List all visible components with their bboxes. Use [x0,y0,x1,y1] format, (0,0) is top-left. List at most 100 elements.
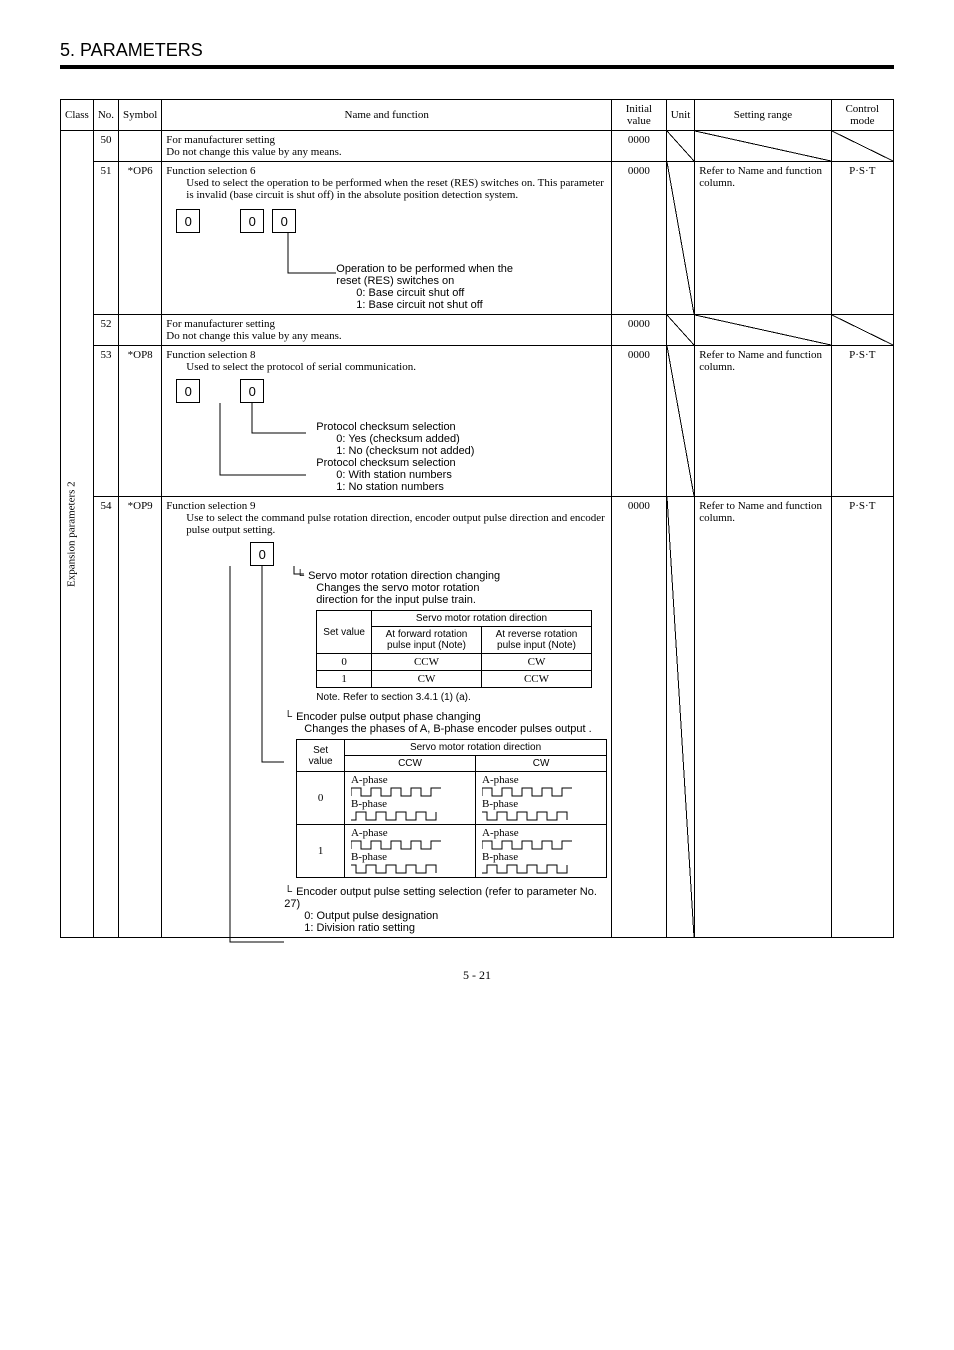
cell-setting: Refer to Name and function column. [695,497,831,938]
cell-unit-diag [666,315,695,346]
th-cw: CW [476,756,607,772]
digit-blank [208,209,232,233]
td-wave: A-phase B-phase [476,772,607,825]
text-line: Servo motor rotation direction changing [308,570,500,582]
th-group: Servo motor rotation direction [371,611,591,627]
cell-initial: 0000 [612,162,667,315]
waveform-icon [482,839,572,851]
td-rev: CCW [481,671,591,688]
waveform-icon [482,863,572,875]
th-group: Servo motor rotation direction [344,740,606,756]
digit: 0 [272,209,296,233]
digit: 0 [240,209,264,233]
waveform-icon [351,863,441,875]
waveform-icon [351,810,441,822]
cell-unit-diag [666,346,695,497]
digit: 0 [176,379,200,403]
digit: 0 [176,209,200,233]
waveform-icon [482,810,572,822]
cell-symbol [119,131,162,162]
cell-setting-diag [695,315,831,346]
digit-boxes: 0 0 0 [176,209,607,233]
text-line: For manufacturer setting [166,134,607,146]
cell-initial: 0000 [612,497,667,938]
cell-no: 50 [93,131,118,162]
cell-no: 51 [93,162,118,315]
waveform-icon [351,786,441,798]
page-title: 5. PARAMETERS [60,40,894,61]
digit-blank [218,542,242,566]
text-line: 0: Yes (checksum added) [336,433,607,445]
cell-setting: Refer to Name and function column. [695,346,831,497]
td-fwd: CW [371,671,481,688]
cell-unit-diag [666,162,695,315]
func-title: Function selection 6 [166,165,607,177]
col-symbol: Symbol [119,100,162,131]
text-line: Do not change this value by any means. [166,330,607,342]
cell-initial: 0000 [612,346,667,497]
phase-label: A-phase [351,774,388,786]
col-class: Class [61,100,94,131]
phase-label: A-phase [351,827,388,839]
cell-no: 54 [93,497,118,938]
text-line: Do not change this value by any means. [166,146,607,158]
text-line: direction for the input pulse train. [316,594,607,606]
digit-boxes: 0 [186,542,607,566]
cell-no: 52 [93,315,118,346]
func-body: Used to select the operation to be perfo… [186,177,607,201]
phase-label: A-phase [482,774,519,786]
text-line: For manufacturer setting [166,318,607,330]
td-wave: A-phase B-phase [476,825,607,878]
cell-control: P·S·T [831,346,893,497]
col-no: No. [93,100,118,131]
waveform-icon [351,839,441,851]
cell-setting: Refer to Name and function column. [695,162,831,315]
cell-symbol [119,315,162,346]
text-line: 1: No (checksum not added) [336,445,607,457]
connector-icon [186,403,366,513]
phase-changing-table: Set value Servo motor rotation direction… [296,739,607,878]
col-initial: Initial value [612,100,667,131]
callout: └Servo motor rotation direction changing… [296,570,607,606]
cell-control: P·S·T [831,497,893,938]
cell-symbol: *OP9 [119,497,162,938]
table-note: Note. Refer to section 3.4.1 (1) (a). [316,692,607,703]
connector-icon [276,233,426,293]
func-body: Use to select the command pulse rotation… [186,512,607,536]
digit-blank [282,542,306,566]
td-wave: A-phase B-phase [344,772,475,825]
cell-desc: Function selection 6 Used to select the … [162,162,612,315]
phase-label: B-phase [482,798,518,810]
cell-control: P·S·T [831,162,893,315]
connector-icon [194,566,334,986]
phase-label: B-phase [351,851,387,863]
cell-control-diag [831,315,893,346]
text-line: 0: With station numbers [336,469,607,481]
text-line: 1: No station numbers [336,481,607,493]
td-fwd: CCW [371,654,481,671]
cell-desc: For manufacturer setting Do not change t… [162,131,612,162]
digit-boxes: 0 0 [176,379,607,403]
col-name: Name and function [162,100,612,131]
cell-desc: For manufacturer setting Do not change t… [162,315,612,346]
waveform-icon [482,786,572,798]
cell-initial: 0000 [612,131,667,162]
cell-unit-diag [666,131,695,162]
rotation-direction-table: Set value Servo motor rotation direction… [316,610,592,688]
th-rev: At reverse rotation pulse input (Note) [481,627,591,654]
parameters-table: Class No. Symbol Name and function Initi… [60,99,894,938]
text-line: 0: Output pulse designation [304,910,607,922]
digit-blank [272,379,296,403]
digit: 0 [250,542,274,566]
phase-label: B-phase [482,851,518,863]
cell-no: 53 [93,346,118,497]
digit-blank [208,379,232,403]
text-line: 1: Base circuit not shut off [356,299,607,311]
th-fwd: At forward rotation pulse input (Note) [371,627,481,654]
page-footer: 5 - 21 [60,968,894,983]
cell-setting-diag [695,131,831,162]
cell-desc: Function selection 9 Use to select the c… [162,497,612,938]
digit: 0 [240,379,264,403]
cell-initial: 0000 [612,315,667,346]
cell-unit-diag [666,497,695,938]
